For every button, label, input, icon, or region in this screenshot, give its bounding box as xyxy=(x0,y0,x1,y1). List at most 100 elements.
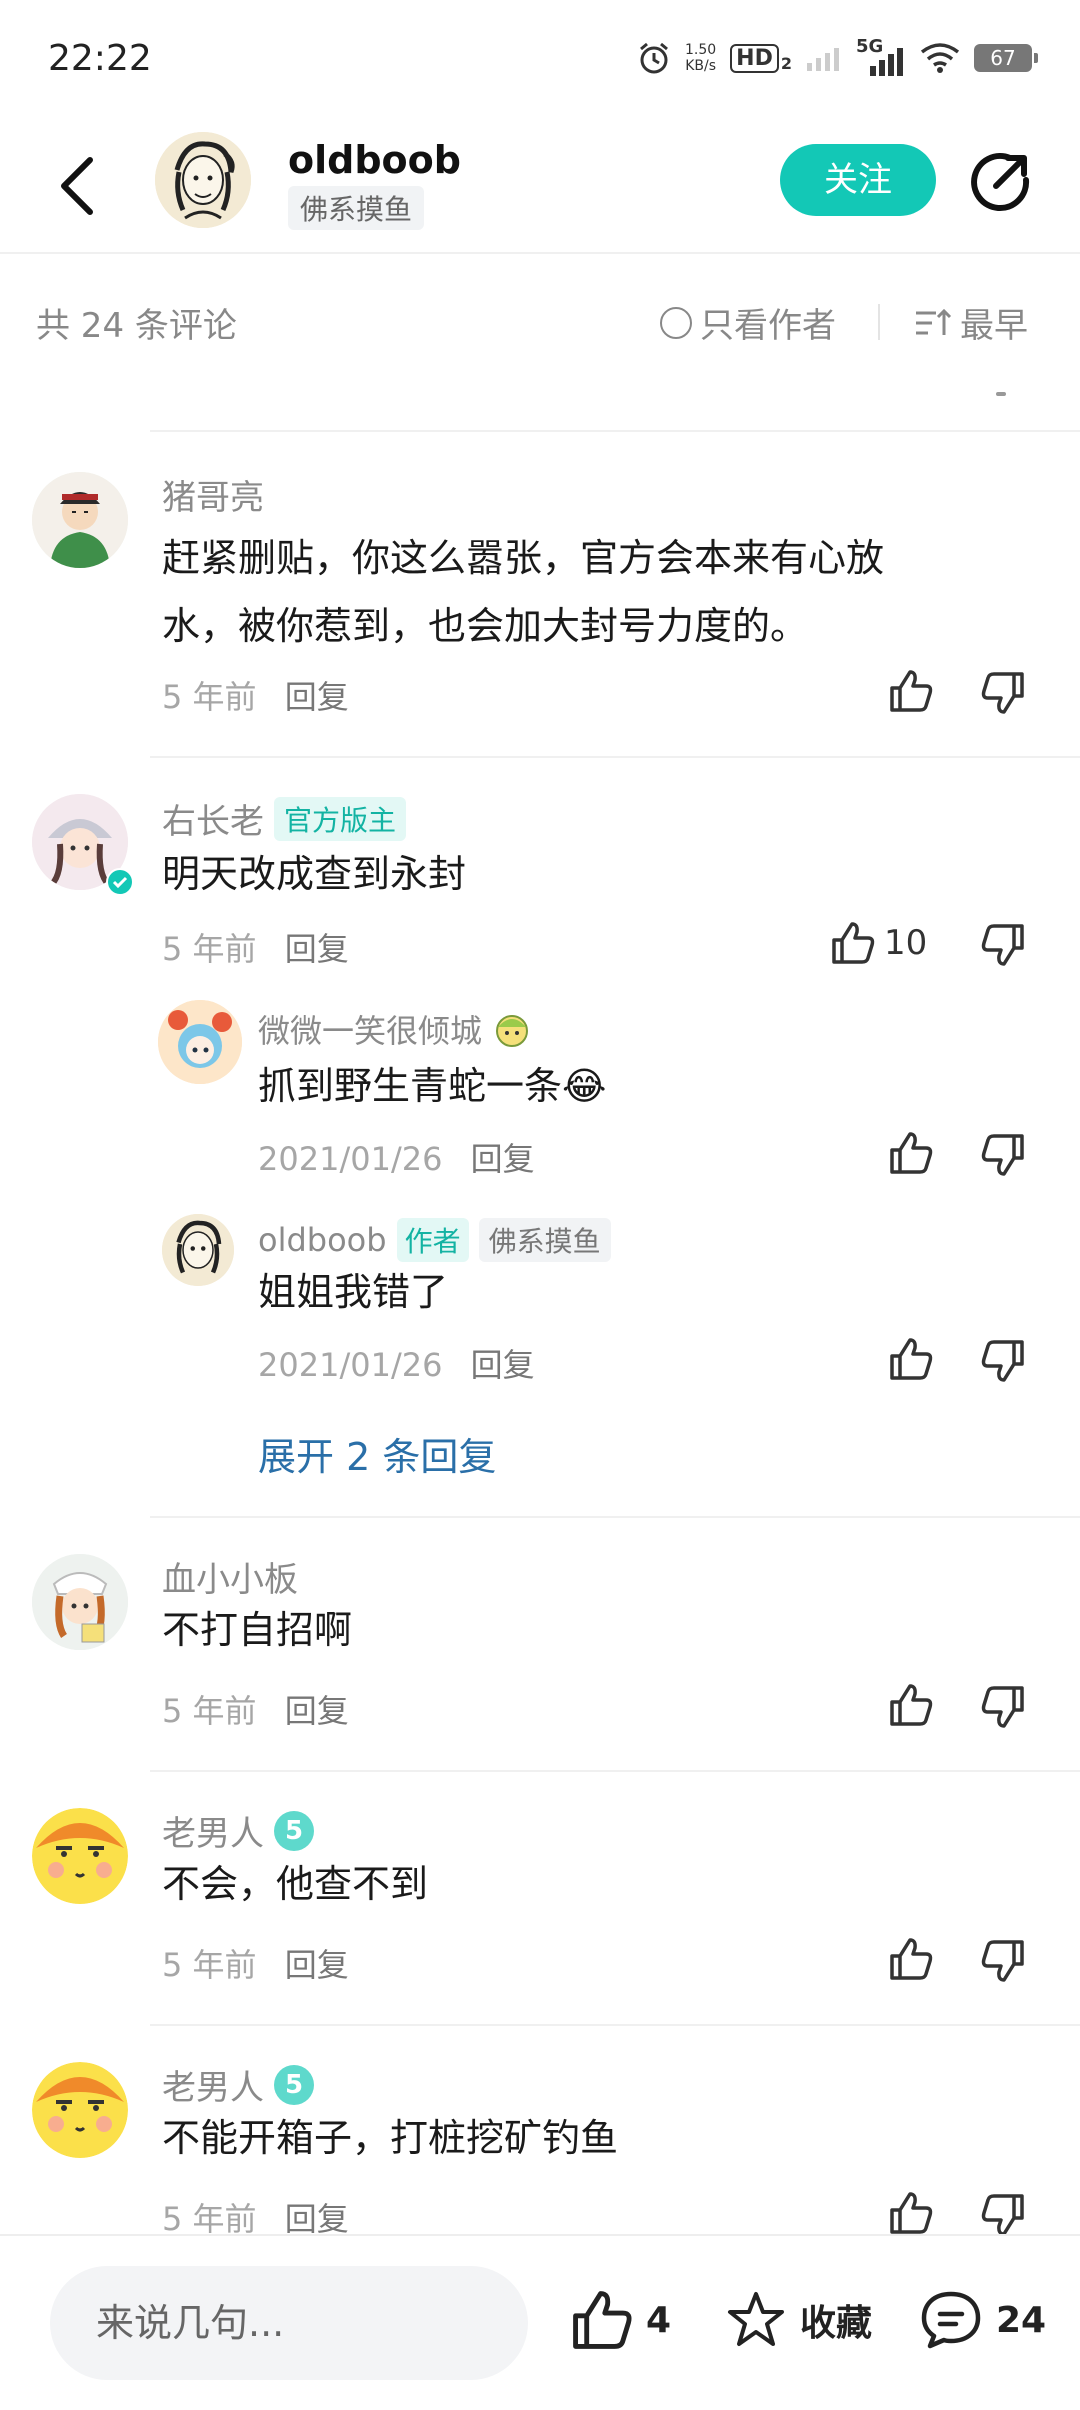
emoji-sticker-icon xyxy=(496,1015,529,1047)
share-icon[interactable] xyxy=(968,150,1032,214)
reply-button[interactable]: 回复 xyxy=(285,1692,349,1730)
thumbs-up-icon xyxy=(573,2291,632,2349)
commenter-name[interactable]: 猪哥亮 xyxy=(162,470,264,519)
reply-date: 2021/01/26 xyxy=(258,1346,443,1384)
author-badge: 作者 xyxy=(396,1218,469,1262)
thumbs-up-icon xyxy=(890,1132,933,1174)
thumbs-down-icon xyxy=(981,1340,1024,1382)
wifi-icon xyxy=(920,43,960,73)
commenter-name[interactable]: 右长老 官方版主 xyxy=(162,794,407,843)
comment-text: 不会，他查不到 xyxy=(162,1862,429,1906)
scroll-hint xyxy=(996,392,1006,396)
reply-meta: 2021/01/26 回复 xyxy=(258,1134,535,1180)
comments-button[interactable]: 24 xyxy=(918,2288,1046,2352)
comment-meta: 5 年前 回复 xyxy=(162,924,349,970)
like-button[interactable] xyxy=(888,2190,934,2236)
reply-avatar[interactable] xyxy=(162,1214,234,1286)
reply-button[interactable]: 回复 xyxy=(285,2200,349,2238)
comment-input[interactable]: 来说几句... xyxy=(50,2266,528,2380)
avatar-nurse-icon xyxy=(32,1554,128,1650)
reply-button[interactable]: 回复 xyxy=(285,678,349,716)
sort-icon xyxy=(916,308,952,335)
author-only-toggle[interactable]: 只看作者 xyxy=(660,298,836,347)
reply-button[interactable]: 回复 xyxy=(471,1346,535,1384)
post-like-button[interactable]: 4 xyxy=(570,2288,671,2352)
avatar-sketch-icon xyxy=(155,132,251,228)
reply-meta: 2021/01/26 回复 xyxy=(258,1340,535,1386)
author-avatar[interactable] xyxy=(155,132,251,228)
commenter-avatar[interactable] xyxy=(32,1554,128,1650)
comment-meta: 5 年前 回复 xyxy=(162,672,349,718)
reply-button[interactable]: 回复 xyxy=(471,1140,535,1178)
radio-icon xyxy=(660,306,692,339)
reply-user-name[interactable]: oldboob 作者 佛系摸鱼 xyxy=(258,1218,611,1262)
like-button[interactable] xyxy=(888,1682,934,1728)
expand-replies-link[interactable]: 展开 2 条回复 xyxy=(258,1426,496,1481)
dislike-button[interactable] xyxy=(980,1338,1026,1388)
comment-count: 24 xyxy=(996,2299,1047,2341)
bottom-action-bar: 来说几句... 4 收藏 24 xyxy=(0,2234,1080,2410)
reply-avatar[interactable] xyxy=(158,1000,242,1084)
commenter-avatar[interactable] xyxy=(32,472,128,568)
collect-button[interactable]: 收藏 xyxy=(724,2288,872,2352)
alarm-icon xyxy=(640,42,668,74)
like-button[interactable] xyxy=(888,668,934,714)
comment-filter-bar: 共 24 条评论 只看作者 最早 xyxy=(0,254,1080,384)
thumbs-up-icon xyxy=(890,670,933,712)
thumbs-down-icon xyxy=(981,924,1024,966)
reply-user-name[interactable]: 微微一笑很倾城 xyxy=(258,1006,532,1052)
follow-button[interactable]: 关注 xyxy=(780,144,936,216)
comment-text: 赶紧删贴，你这么嚣张，官方会本来有心放 水，被你惹到，也会加大封号力度的。 xyxy=(162,536,885,648)
commenter-avatar[interactable] xyxy=(32,2062,128,2158)
dislike-button[interactable] xyxy=(980,670,1026,720)
commenter-name[interactable]: 血小小板 xyxy=(162,1552,298,1601)
verified-badge-icon xyxy=(106,868,134,896)
dislike-button[interactable] xyxy=(980,922,1026,972)
comment-time: 5 年前 xyxy=(162,930,257,968)
back-icon[interactable] xyxy=(50,150,110,222)
avatar-emoji-face-icon xyxy=(32,1808,128,1904)
thumbs-down-icon xyxy=(981,1940,1024,1982)
like-button[interactable] xyxy=(888,1130,934,1176)
thumbs-up-icon xyxy=(890,1684,933,1726)
signal-5g: 5G xyxy=(856,36,906,76)
author-name[interactable]: oldboob xyxy=(288,138,461,182)
avatar-sketch-icon xyxy=(162,1214,234,1286)
status-time: 22:22 xyxy=(48,38,152,79)
like-button[interactable]: 10 xyxy=(830,920,927,966)
battery-indicator: 67 xyxy=(974,44,1038,72)
like-button[interactable] xyxy=(888,1936,934,1982)
like-button[interactable] xyxy=(888,1336,934,1382)
commenter-name[interactable]: 老男人 5 xyxy=(162,2060,314,2109)
commenter-name[interactable]: 老男人 5 xyxy=(162,1806,314,1855)
reply-button[interactable]: 回复 xyxy=(285,1946,349,1984)
sort-label: 最早 xyxy=(960,306,1028,346)
comment-text: 明天改成查到永封 xyxy=(162,852,467,896)
reply-button[interactable]: 回复 xyxy=(285,930,349,968)
thumbs-up-icon xyxy=(832,922,875,964)
commenter-avatar[interactable] xyxy=(32,794,134,896)
filter-divider xyxy=(878,304,880,340)
comment-text: 不打自招啊 xyxy=(162,1608,353,1652)
dislike-button[interactable] xyxy=(980,1684,1026,1734)
sort-toggle[interactable]: 最早 xyxy=(914,298,1028,347)
status-icons: 1.50 KB/s HD 2 5G 67 xyxy=(637,36,1038,76)
divider xyxy=(150,2024,1080,2026)
signal-weak-icon xyxy=(807,48,839,71)
dislike-button[interactable] xyxy=(980,1938,1026,1988)
avatar-emoji-face-icon xyxy=(32,2062,128,2158)
star-icon xyxy=(728,2292,784,2346)
thumbs-up-icon xyxy=(890,1338,933,1380)
collect-label: 收藏 xyxy=(800,2303,873,2344)
comment-time: 5 年前 xyxy=(162,1946,257,1984)
dislike-button[interactable] xyxy=(980,1132,1026,1182)
author-tag: 佛系摸鱼 xyxy=(288,186,425,230)
divider xyxy=(150,756,1080,758)
official-moderator-badge: 官方版主 xyxy=(274,796,407,841)
comment-meta: 5 年前 回复 xyxy=(162,1686,349,1732)
commenter-avatar[interactable] xyxy=(32,1808,128,1904)
author-only-label: 只看作者 xyxy=(700,306,836,346)
comment-count-label: 共 24 条评论 xyxy=(36,306,237,346)
status-bar: 22:22 1.50 KB/s HD 2 5G 67 xyxy=(0,0,1080,120)
user-tag: 佛系摸鱼 xyxy=(478,1218,611,1262)
